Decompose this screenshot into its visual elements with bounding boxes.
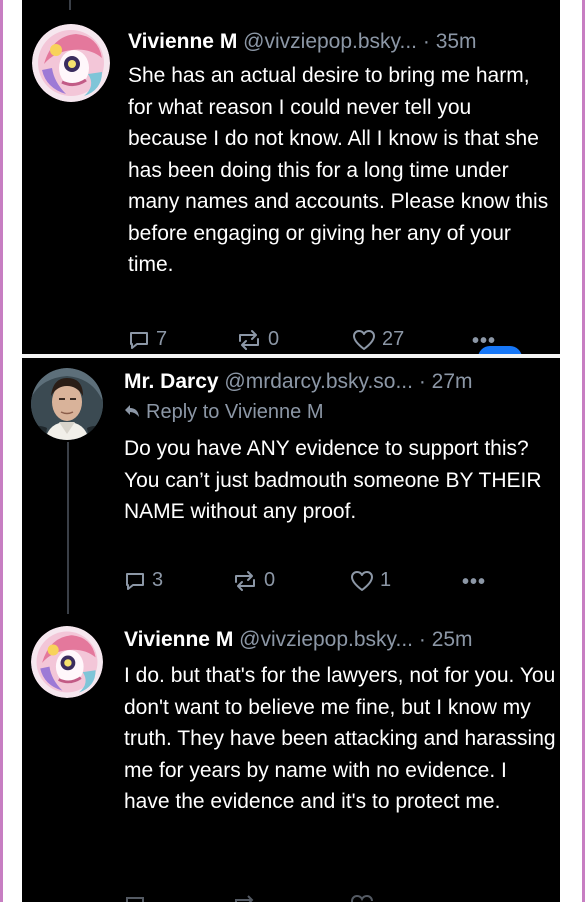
reply-icon xyxy=(126,897,144,902)
separator: · xyxy=(418,370,426,393)
repost-button[interactable]: 0 xyxy=(232,569,275,592)
handle[interactable]: @vivziepop.bsky... xyxy=(239,628,413,651)
repost-button[interactable] xyxy=(232,894,258,902)
repost-count: 0 xyxy=(268,328,280,350)
handle[interactable]: @mrdarcy.bsky.so... xyxy=(224,370,413,393)
thread-line xyxy=(69,0,71,10)
timestamp: 25m xyxy=(431,628,473,651)
like-icon xyxy=(350,894,373,902)
post-actions: 3 0 1 ••• xyxy=(124,569,544,599)
reply-count: 7 xyxy=(156,328,168,350)
reply-arrow-icon xyxy=(125,405,139,417)
post-text: I do. but that's for the lawyers, not fo… xyxy=(124,664,556,813)
left-border xyxy=(0,0,3,902)
like-icon xyxy=(351,570,373,591)
display-name[interactable]: Vivienne M xyxy=(124,628,233,651)
post-actions-partial xyxy=(124,894,544,902)
repost-icon xyxy=(235,570,255,591)
timestamp: 35m xyxy=(435,30,477,53)
post-header: Vivienne M @vivziepop.bsky... · 25m xyxy=(124,628,473,652)
post-panel-2: Mr. Darcy @mrdarcy.bsky.so... · 27m Repl… xyxy=(22,358,560,902)
post-header: Vivienne M @vivziepop.bsky... · 35m xyxy=(128,30,477,54)
avatar-image xyxy=(32,24,110,102)
reply-icon xyxy=(126,572,144,590)
reply-to-link[interactable]: Reply to Vivienne M xyxy=(124,401,324,424)
avatar-image xyxy=(31,626,103,698)
reply-icon xyxy=(130,331,148,349)
avatar[interactable] xyxy=(31,626,103,698)
avatar-image xyxy=(31,368,103,440)
repost-count: 0 xyxy=(264,569,276,591)
display-name[interactable]: Mr. Darcy xyxy=(124,370,219,393)
avatar[interactable] xyxy=(31,368,103,440)
like-icon xyxy=(353,329,375,350)
like-button[interactable] xyxy=(350,894,374,902)
post-text: She has an actual desire to bring me har… xyxy=(128,64,549,276)
like-count: 1 xyxy=(380,569,392,591)
reply-count: 3 xyxy=(152,569,164,591)
handle[interactable]: @vivziepop.bsky... xyxy=(243,30,417,53)
like-button[interactable]: 1 xyxy=(350,569,391,592)
timestamp: 27m xyxy=(431,370,473,393)
reply-to-text: Reply to Vivienne M xyxy=(146,401,324,423)
display-name[interactable]: Vivienne M xyxy=(128,30,237,53)
post-text: Do you have ANY evidence to support this… xyxy=(124,437,542,523)
compose-button[interactable] xyxy=(478,346,522,354)
separator: · xyxy=(422,30,430,53)
repost-button[interactable]: 0 xyxy=(236,328,279,351)
repost-icon xyxy=(239,329,259,350)
reply-button[interactable]: 7 xyxy=(128,328,167,351)
post-header: Mr. Darcy @mrdarcy.bsky.so... · 27m xyxy=(124,370,473,394)
separator: · xyxy=(418,628,426,651)
like-button[interactable]: 27 xyxy=(352,328,404,351)
like-count: 27 xyxy=(382,328,405,350)
post-panel-1: Vivienne M @vivziepop.bsky... · 35m She … xyxy=(22,0,560,354)
reply-button[interactable] xyxy=(124,894,146,902)
thread-line xyxy=(67,442,69,614)
avatar[interactable] xyxy=(32,24,110,102)
more-icon[interactable]: ••• xyxy=(462,571,486,594)
repost-icon xyxy=(235,895,254,902)
reply-button[interactable]: 3 xyxy=(124,569,163,592)
